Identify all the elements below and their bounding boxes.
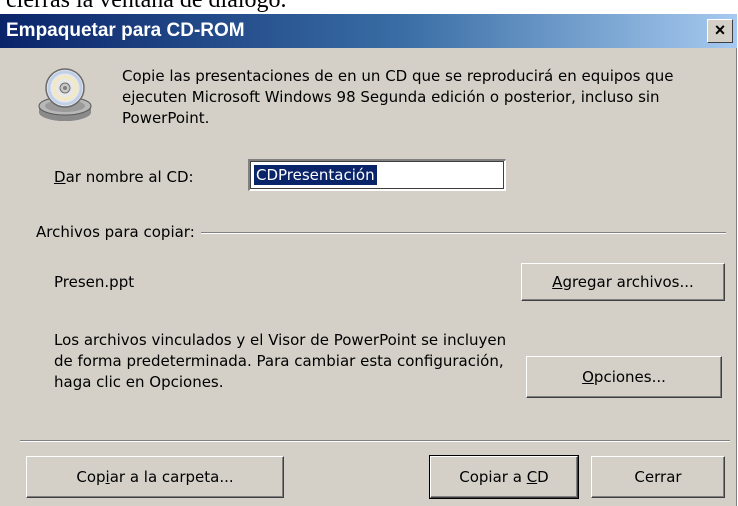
document-text-fragment: cierras la ventana de diálogo. xyxy=(6,0,287,13)
close-icon[interactable]: × xyxy=(707,19,733,43)
close-button[interactable]: Cerrar xyxy=(591,456,725,498)
title-bar[interactable]: Empaquetar para CD-ROM × xyxy=(0,14,737,48)
linked-files-note: Los archivos vinculados y el Visor de Po… xyxy=(54,331,507,391)
cd-name-value: CDPresentación xyxy=(254,165,377,185)
add-files-button[interactable]: Agregar archivos... xyxy=(521,263,725,301)
package-for-cd-dialog: Empaquetar para CD-ROM × Copie las prese… xyxy=(0,14,737,506)
dialog-title: Empaquetar para CD-ROM xyxy=(6,20,245,41)
cd-name-label: Dar nombre al CD: xyxy=(54,168,194,186)
footer-separator xyxy=(20,440,730,442)
dialog-description: Copie las presentaciones de en un CD que… xyxy=(122,67,674,127)
file-list-item[interactable]: Presen.ppt xyxy=(54,272,134,292)
options-button[interactable]: Opciones... xyxy=(526,356,722,398)
cd-name-input[interactable]: CDPresentación xyxy=(248,159,506,191)
copy-to-cd-button[interactable]: Copiar a CD xyxy=(429,455,579,499)
copy-to-folder-button[interactable]: Copiar a la carpeta... xyxy=(26,456,284,498)
files-group-label: Archivos para copiar: xyxy=(36,222,201,242)
cd-drive-icon xyxy=(38,68,92,121)
